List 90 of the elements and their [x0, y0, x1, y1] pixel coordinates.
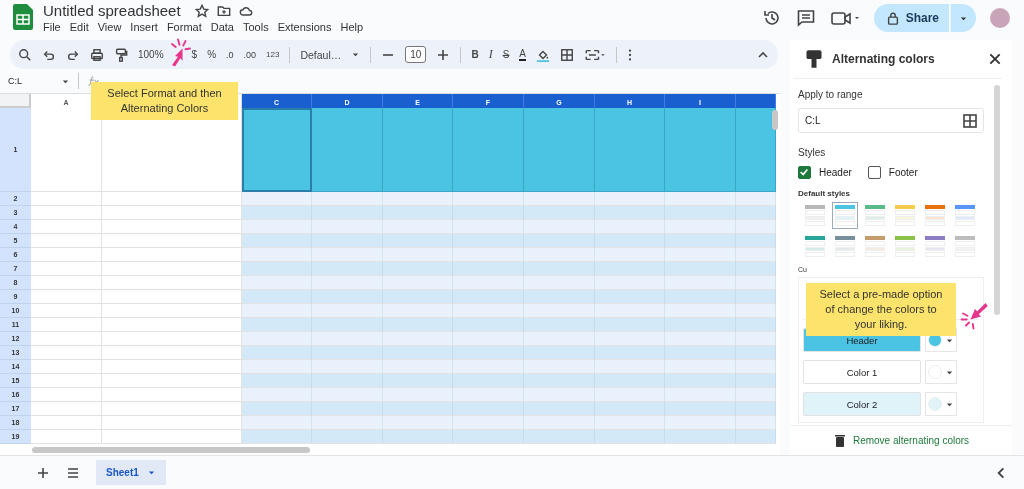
grid-cell[interactable]: [383, 108, 453, 192]
currency-button[interactable]: $: [191, 49, 198, 60]
print-icon[interactable]: [90, 47, 104, 62]
checkbox-label: Footer: [888, 167, 918, 178]
grid-cell[interactable]: [665, 108, 736, 192]
font-selector[interactable]: Defaul…: [300, 48, 361, 61]
color-sample: Color 1: [803, 360, 921, 384]
text-color-button[interactable]: A: [519, 48, 526, 61]
grid-cell[interactable]: [524, 108, 595, 192]
merge-cells-icon[interactable]: [584, 47, 606, 62]
horizontal-scrollbar[interactable]: [32, 447, 310, 453]
remove-colors-link[interactable]: Remove alternating colors: [790, 425, 1012, 455]
grid-select-icon[interactable]: [963, 113, 977, 128]
select-all-corner[interactable]: [0, 94, 31, 108]
menu-item[interactable]: Format: [166, 21, 202, 33]
style-swatch[interactable]: [862, 202, 888, 229]
style-swatch[interactable]: [952, 233, 978, 260]
lock-icon: [885, 11, 900, 25]
comment-icon[interactable]: [795, 8, 816, 28]
range-field[interactable]: C:L: [798, 108, 984, 133]
callout-tooltip: Select a pre-made option of change the colors to your liking.: [806, 283, 956, 336]
color-sample: Color 2: [803, 392, 921, 416]
more-options-icon[interactable]: [627, 47, 633, 62]
zoom-selector[interactable]: 100%: [138, 49, 164, 60]
bold-button[interactable]: B: [471, 49, 479, 60]
callout-tooltip: Select Format and then Alternating Colors: [91, 82, 238, 120]
grid-cell[interactable]: [736, 108, 776, 192]
decrease-decimals-button[interactable]: .0: [226, 49, 234, 60]
menu-item[interactable]: File: [43, 21, 61, 33]
style-swatch[interactable]: [952, 202, 978, 229]
checkbox[interactable]: [867, 166, 881, 179]
grid-cell[interactable]: [312, 108, 383, 192]
style-swatch[interactable]: [922, 202, 948, 229]
add-sheet-icon[interactable]: [36, 465, 50, 480]
avatar[interactable]: [990, 8, 1010, 28]
document-title[interactable]: Untitled spreadsheet: [43, 2, 181, 19]
style-swatch[interactable]: [832, 233, 858, 260]
history-icon[interactable]: [761, 8, 782, 28]
increase-decimals-button[interactable]: .00: [243, 49, 257, 60]
checkbox[interactable]: [798, 166, 811, 179]
panel-title: Alternating colors: [832, 52, 936, 66]
grid-cell[interactable]: [595, 108, 665, 192]
folder-icon[interactable]: [216, 3, 231, 18]
range-value: C:L: [805, 115, 821, 126]
section-label: Default styles: [798, 189, 852, 198]
share-button[interactable]: Share: [873, 4, 949, 32]
section-label: Apply to range: [798, 89, 864, 100]
name-box-value: C:L: [8, 76, 22, 86]
menu-item[interactable]: Data: [210, 21, 234, 33]
close-icon[interactable]: [988, 52, 1002, 66]
menu-item[interactable]: Tools: [242, 21, 269, 33]
sheet-tab[interactable]: Sheet1: [96, 460, 166, 485]
color-picker[interactable]: [925, 360, 957, 384]
style-swatch[interactable]: [862, 233, 888, 260]
grid-cell[interactable]: [242, 108, 312, 192]
italic-button[interactable]: I: [488, 47, 493, 62]
font-size-field[interactable]: 10: [405, 46, 427, 63]
menu-item[interactable]: Insert: [130, 21, 158, 33]
style-swatch[interactable]: [802, 233, 828, 260]
checkbox-label: Header: [819, 167, 852, 178]
style-swatch[interactable]: [922, 233, 948, 260]
paint-roller-icon: [804, 49, 824, 69]
percent-button[interactable]: %: [207, 49, 217, 60]
borders-icon[interactable]: [560, 47, 574, 62]
star-icon[interactable]: [194, 3, 209, 18]
color-picker[interactable]: [925, 392, 957, 416]
grid-cell[interactable]: [453, 108, 524, 192]
style-swatch[interactable]: [892, 202, 918, 229]
trash-icon: [832, 433, 847, 448]
vertical-scrollbar[interactable]: [772, 110, 778, 130]
menu-item[interactable]: Edit: [69, 21, 89, 33]
style-swatch[interactable]: [802, 202, 828, 229]
number-format-button[interactable]: 123: [266, 50, 280, 59]
menu-item[interactable]: View: [97, 21, 122, 33]
function-icon: [87, 75, 101, 87]
sheets-logo-icon[interactable]: [13, 4, 33, 30]
share-options-button[interactable]: [950, 4, 976, 32]
paint-format-icon[interactable]: [114, 47, 128, 62]
section-label: Styles: [798, 147, 827, 158]
panel-scrollbar[interactable]: [994, 85, 1000, 315]
name-box[interactable]: C:L: [8, 76, 70, 86]
menu-item[interactable]: Help: [340, 21, 364, 33]
style-swatch[interactable]: [892, 233, 918, 260]
style-swatch[interactable]: [832, 202, 858, 229]
search-icon[interactable]: [18, 47, 32, 62]
all-sheets-icon[interactable]: [66, 465, 80, 480]
menu-item[interactable]: Extensions: [277, 21, 332, 33]
plus-icon[interactable]: [436, 47, 451, 62]
strikethrough-button[interactable]: S: [502, 49, 510, 60]
pointer-drawing: [960, 300, 990, 330]
